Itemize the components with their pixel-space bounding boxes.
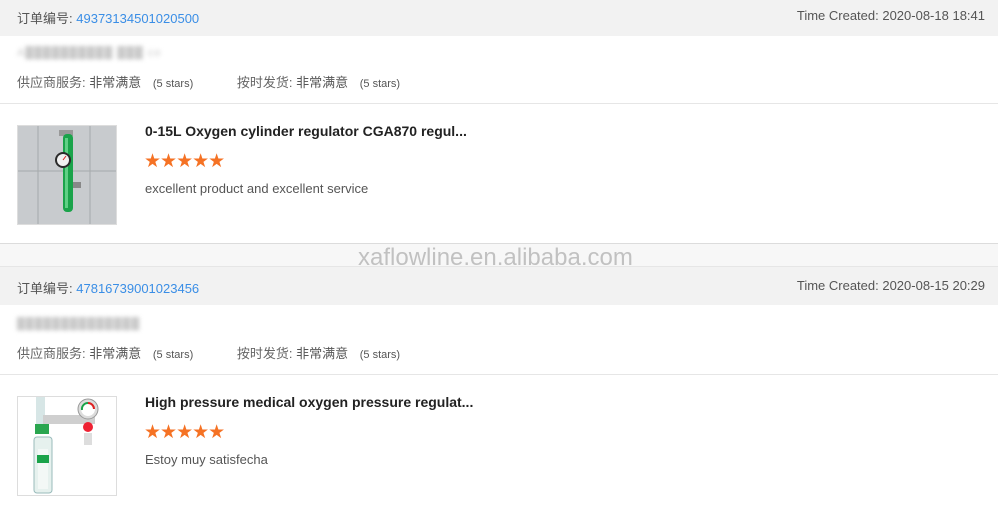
order-header: 订单编号: 49373134501020500 Time Created: 20… [0,0,998,36]
ontime-value: 非常满意 [296,346,349,361]
rating-stars: ★★★★★ [144,422,225,443]
order-card: 订单编号: 49373134501020500 Time Created: 20… [0,0,998,36]
divider [0,374,998,375]
product-title[interactable]: High pressure medical oxygen pressure re… [145,394,473,410]
order-number-label: 订单编号: [17,11,73,26]
oxygen-regulator-image-icon [18,126,116,224]
buyer-name-masked: ██████████████ [17,318,141,330]
supplier-service-value: 非常满意 [89,75,142,90]
order-ratings: 供应商服务: 非常满意 (5 stars) 按时发货: 非常满意 (5 star… [17,72,400,91]
supplier-service-value: 非常满意 [89,346,142,361]
order-ratings: 供应商服务: 非常满意 (5 stars) 按时发货: 非常满意 (5 star… [17,343,400,362]
order-header: 订单编号: 47816739001023456 Time Created: 20… [0,267,998,305]
order-number: 订单编号: 47816739001023456 [17,278,199,297]
supplier-service-label: 供应商服务: [17,346,86,361]
review-comment: Estoy muy satisfecha [145,452,268,467]
divider [0,103,998,104]
buyer-name-masked: A██████████ ███ co [17,47,162,59]
ontime-stars: (5 stars) [359,78,401,90]
order-card: 订单编号: 47816739001023456 Time Created: 20… [0,267,998,305]
order-number: 订单编号: 49373134501020500 [17,8,199,27]
supplier-service-stars: (5 stars) [152,78,194,90]
product-image[interactable] [17,125,117,225]
supplier-service-label: 供应商服务: [17,75,86,90]
ontime-label: 按时发货: [236,75,293,90]
order-number-link[interactable]: 49373134501020500 [76,11,199,26]
rating-stars: ★★★★★ [144,151,225,172]
product-title[interactable]: 0-15L Oxygen cylinder regulator CGA870 r… [145,123,467,139]
supplier-service-stars: (5 stars) [152,349,194,361]
time-created: Time Created: 2020-08-18 18:41 [796,8,985,23]
review-comment: excellent product and excellent service [145,181,369,196]
order-number-label: 订单编号: [17,281,73,296]
time-created: Time Created: 2020-08-15 20:29 [796,278,985,293]
ontime-stars: (5 stars) [359,349,401,361]
product-image[interactable] [17,396,117,496]
order-number-link[interactable]: 47816739001023456 [76,281,199,296]
ontime-label: 按时发货: [236,346,293,361]
ontime-value: 非常满意 [296,75,349,90]
oxygen-pressure-regulator-image-icon [18,397,116,495]
